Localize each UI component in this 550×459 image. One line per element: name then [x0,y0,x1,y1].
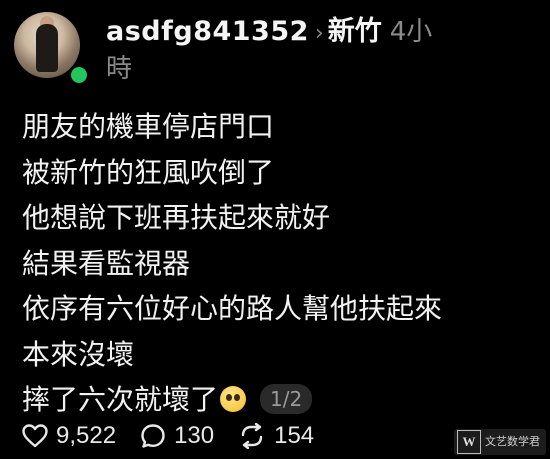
post-text-line: 依序有六位好心的路人幫他扶起來 [22,292,443,325]
comment-button[interactable]: 130 [140,422,214,450]
post-header: asdfg841352 › 新竹 4小時 [106,14,446,87]
comment-bubble-icon [141,424,165,448]
chevron-right-icon: › [314,21,324,46]
post-text-line-last: 摔了六次就壞了 1/2 [22,377,532,423]
like-count: 9,522 [56,422,117,449]
location-link[interactable]: 新竹 [328,16,382,47]
post-text-line: 朋友的機車停店門口 [22,110,275,143]
watermark-logo-icon: W [457,430,481,454]
comment-count: 130 [174,422,215,449]
post-text-line: 他想說下班再扶起來就好 [22,201,331,234]
avatar[interactable] [14,12,90,86]
avatar-figure-shape [36,24,58,72]
post-body: 朋友的機車停店門口 被新竹的狂風吹倒了 他想說下班再扶起來就好 結果看監視器 依… [22,104,532,423]
post-text-line: 結果看監視器 [22,246,191,280]
pleading-face-icon [220,386,247,412]
username-link[interactable]: asdfg841352 [106,16,309,47]
watermark: W 文艺数学君 [454,429,546,455]
watermark-title: 文艺数学君 [485,435,540,448]
repost-button[interactable]: 154 [238,422,314,450]
post-text-line: 被新竹的狂風吹倒了 [22,155,275,189]
page-indicator-badge[interactable]: 1/2 [260,384,313,414]
repost-count: 154 [274,422,315,449]
watermark-text: 文艺数学君 [485,436,540,448]
like-button[interactable]: 9,522 [22,422,116,450]
online-status-dot [68,64,90,86]
heart-icon [22,424,48,448]
post-card: asdfg841352 › 新竹 4小時 朋友的機車停店門口 被新竹的狂風吹倒了 他想… [0,0,550,459]
repost-icon [241,423,263,449]
action-bar: 9,522 130 154 [22,418,338,454]
post-text-line: 本來沒壞 [22,337,135,371]
post-text-last: 摔了六次就壞了 [22,383,219,416]
